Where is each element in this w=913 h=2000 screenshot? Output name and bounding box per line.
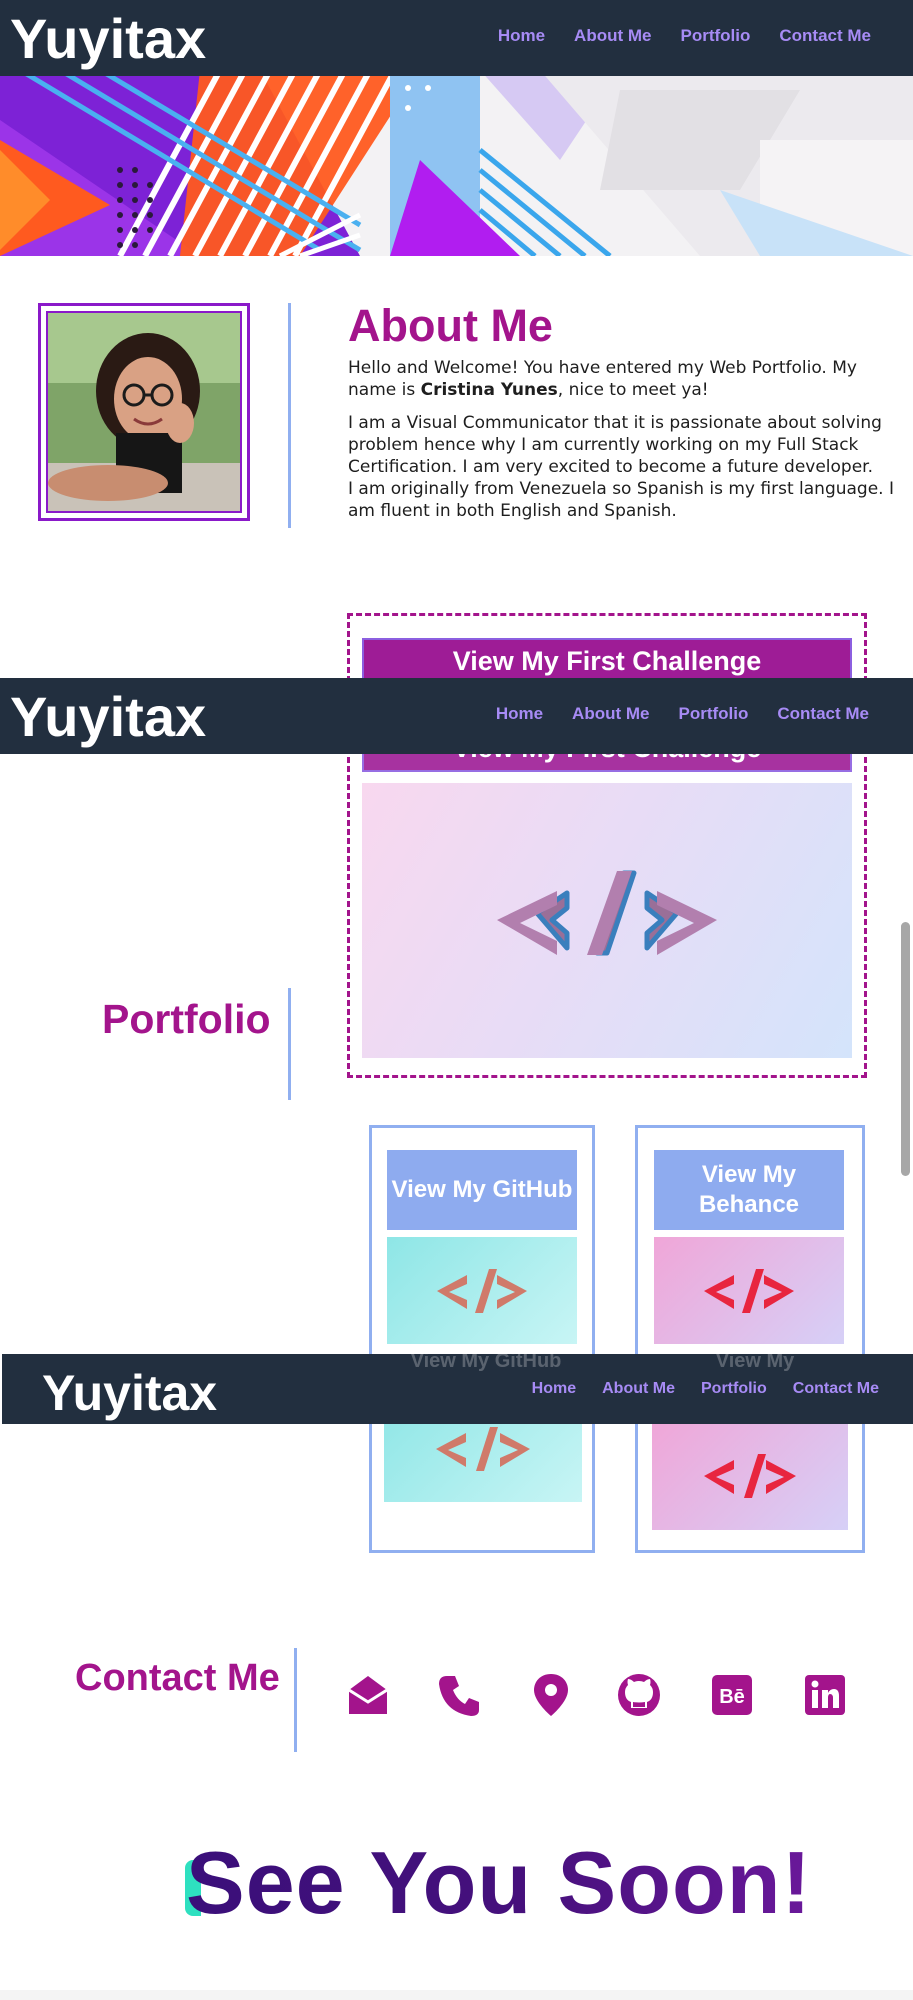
svg-text:Bē: Bē xyxy=(719,1686,745,1708)
first-challenge-image[interactable] xyxy=(362,783,852,1058)
main-nav-sticky: Home About Me Portfolio Contact Me xyxy=(496,704,869,724)
nav-portfolio-link[interactable]: Portfolio xyxy=(680,26,750,46)
page-bottom-bar xyxy=(0,1990,913,2000)
nav-home-link-sticky-2[interactable]: Home xyxy=(532,1380,576,1398)
about-paragraph: I am a Visual Communicator that it is pa… xyxy=(348,412,908,522)
main-nav: Home About Me Portfolio Contact Me xyxy=(498,26,871,46)
github-icon[interactable] xyxy=(616,1672,662,1718)
about-title: About Me xyxy=(348,300,553,351)
about-intro: Hello and Welcome! You have entered my W… xyxy=(348,357,908,401)
about-text: Hello and Welcome! You have entered my W… xyxy=(348,357,908,533)
location-pin-icon[interactable] xyxy=(528,1672,574,1718)
site-logo-sticky-2[interactable]: Yuyitax xyxy=(42,1364,217,1422)
about-paragraph-line1: I am a Visual Communicator that it is pa… xyxy=(348,413,882,477)
envelope-open-icon[interactable] xyxy=(345,1672,391,1718)
contact-title: Contact Me xyxy=(75,1657,280,1699)
profile-photo xyxy=(46,311,242,513)
portfolio-divider xyxy=(288,988,291,1100)
nav-home-link[interactable]: Home xyxy=(498,26,545,46)
nav-portfolio-link-sticky[interactable]: Portfolio xyxy=(678,704,748,724)
site-header: Yuyitax Home About Me Portfolio Contact … xyxy=(0,0,913,76)
nav-portfolio-link-sticky-2[interactable]: Portfolio xyxy=(701,1380,767,1398)
phone-icon[interactable] xyxy=(437,1672,483,1718)
about-intro-end: , nice to meet ya! xyxy=(557,380,709,400)
site-header-sticky: Yuyitax Home About Me Portfolio Contact … xyxy=(0,678,913,754)
behance-image[interactable] xyxy=(654,1237,844,1344)
about-name: Cristina Yunes xyxy=(420,380,558,400)
behance-image-ghost xyxy=(652,1420,848,1530)
behance-icon[interactable]: Bē xyxy=(709,1672,755,1718)
nav-about-link-sticky-2[interactable]: About Me xyxy=(602,1380,675,1398)
site-logo-sticky[interactable]: Yuyitax xyxy=(10,684,206,749)
nav-contact-link[interactable]: Contact Me xyxy=(779,26,871,46)
portfolio-title: Portfolio xyxy=(102,996,271,1042)
github-button[interactable]: View My GitHub xyxy=(387,1150,577,1230)
nav-contact-link-sticky-2[interactable]: Contact Me xyxy=(793,1380,879,1398)
behance-button-ghost: View My xyxy=(715,1350,795,1372)
about-paragraph-line2: I am originally from Venezuela so Spanis… xyxy=(348,479,894,521)
behance-button[interactable]: View My Behance xyxy=(654,1150,844,1230)
github-image[interactable] xyxy=(387,1237,577,1344)
contact-divider xyxy=(294,1648,297,1752)
site-logo[interactable]: Yuyitax xyxy=(10,6,206,71)
nav-home-link-sticky[interactable]: Home xyxy=(496,704,543,724)
nav-about-link-sticky[interactable]: About Me xyxy=(572,704,649,724)
closing-headline: See You Soon! xyxy=(186,1833,812,1932)
linkedin-icon[interactable] xyxy=(802,1672,848,1718)
nav-contact-link-sticky[interactable]: Contact Me xyxy=(777,704,869,724)
scrollbar-thumb-2[interactable] xyxy=(901,922,910,1176)
profile-photo-frame xyxy=(38,303,250,521)
about-divider xyxy=(288,303,291,528)
nav-about-link[interactable]: About Me xyxy=(574,26,651,46)
github-button-ghost: View My GitHub xyxy=(410,1350,562,1372)
main-nav-sticky-2: Home About Me Portfolio Contact Me xyxy=(532,1380,879,1398)
